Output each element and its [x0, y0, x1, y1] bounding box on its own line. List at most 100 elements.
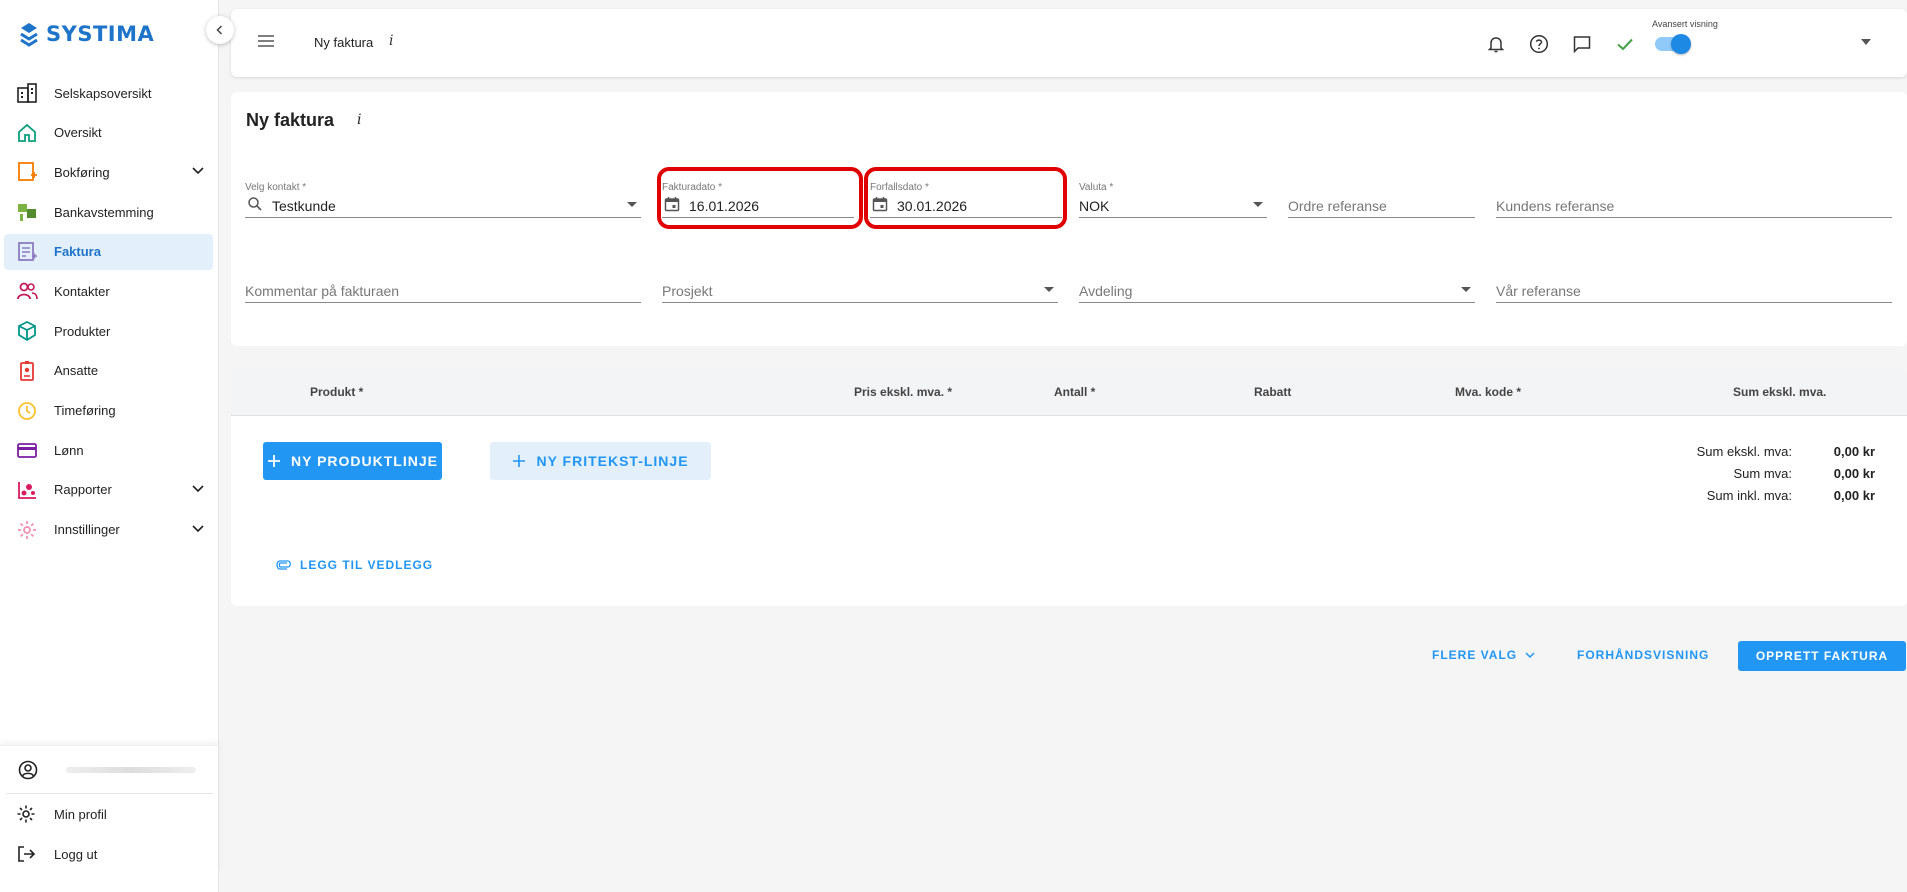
department-placeholder: Avdeling: [1079, 283, 1133, 299]
topbar-info-icon[interactable]: i: [389, 33, 393, 49]
dropdown-arrow-icon: [1253, 202, 1263, 207]
logout-link[interactable]: Logg ut: [0, 834, 219, 874]
sidebar-item-label: Innstillinger: [54, 522, 120, 538]
sidebar-item-label: Ansatte: [54, 363, 99, 379]
sidebar-item-selskapsoversikt[interactable]: Selskapsoversikt: [4, 75, 213, 111]
sidebar-item-produkter[interactable]: Produkter: [4, 313, 213, 349]
company-dropdown-icon[interactable]: [1861, 39, 1871, 45]
new-text-line-label: NY FRITEKST-LINJE: [536, 453, 689, 469]
home-icon: [16, 122, 38, 144]
sidebar-item-label: Timeføring: [54, 403, 116, 418]
order-reference-placeholder: Ordre referanse: [1288, 198, 1387, 214]
sidebar-item-label: Bokføring: [54, 164, 110, 180]
my-profile-link[interactable]: Min profil: [0, 794, 219, 834]
create-invoice-label: OPPRETT FAKTURA: [1755, 649, 1889, 663]
column-sum-excl-vat: Sum ekskl. mva.: [1733, 385, 1827, 399]
sidebar-item-rapporter[interactable]: Rapporter: [4, 472, 213, 508]
currency-label: Valuta *: [1079, 182, 1114, 193]
lines-table-header: Produkt * Pris ekskl. mva. * Antall * Ra…: [231, 368, 1907, 416]
advanced-view-toggle[interactable]: [1655, 34, 1691, 54]
project-select[interactable]: Prosjekt: [662, 261, 1058, 303]
sidebar-item-bankavstemming[interactable]: Bankavstemming: [4, 194, 213, 230]
sum-vat-label: Sum mva:: [1733, 466, 1792, 481]
card-icon: [16, 439, 38, 461]
currency-select[interactable]: Valuta * NOK: [1079, 176, 1267, 218]
help-button[interactable]: [1528, 33, 1550, 55]
sidebar-item-innstillinger[interactable]: Innstillinger: [4, 512, 213, 548]
new-text-line-button[interactable]: NY FRITEKST-LINJE: [490, 442, 711, 480]
sidebar-item-bokforing[interactable]: Bokføring: [4, 154, 213, 190]
sidebar-item-timeforing[interactable]: Timeføring: [4, 393, 213, 429]
sum-excl-vat-value: 0,00 kr: [1833, 444, 1875, 459]
our-reference-input[interactable]: Vår referanse: [1496, 261, 1892, 303]
sidebar-item-label: Faktura: [54, 244, 101, 260]
invoice-header-form: Ny faktura i Velg kontakt * Testkunde Fa…: [231, 92, 1907, 346]
more-options-button[interactable]: FLERE VALG: [1432, 648, 1535, 662]
notifications-button[interactable]: [1485, 33, 1507, 55]
menu-button[interactable]: [257, 33, 275, 54]
search-icon: [248, 197, 262, 211]
currency-value: NOK: [1079, 198, 1110, 214]
column-product: Produkt *: [310, 385, 364, 399]
customer-reference-placeholder: Kundens referanse: [1496, 198, 1615, 214]
logout-label: Logg ut: [54, 846, 98, 862]
preview-button[interactable]: FORHÅNDSVISNING: [1577, 648, 1709, 662]
order-reference-input[interactable]: Ordre referanse: [1288, 176, 1475, 218]
sidebar-item-faktura[interactable]: Faktura: [4, 233, 213, 270]
topbar-title: Ny faktura: [314, 35, 374, 50]
customer-reference-input[interactable]: Kundens referanse: [1496, 176, 1892, 218]
cube-icon: [16, 320, 38, 342]
chevron-down-icon: [192, 167, 204, 175]
user-circle-icon: [18, 760, 38, 779]
redacted-user-name: [66, 766, 196, 773]
chevron-down-icon: [192, 524, 204, 532]
sum-vat-value: 0,00 kr: [1833, 466, 1875, 481]
bank-reconcile-icon: [16, 201, 38, 223]
systima-logo[interactable]: SYSTIMA: [18, 20, 154, 48]
chevron-left-icon: [216, 25, 223, 35]
sidebar-item-lonn[interactable]: Lønn: [4, 432, 213, 468]
systima-logo-icon: [20, 23, 38, 47]
top-bar: Ny faktura i Avansert visning: [231, 9, 1907, 77]
dropdown-arrow-icon: [627, 202, 637, 207]
badge-icon: [16, 360, 38, 382]
sidebar-item-ansatte[interactable]: Ansatte: [4, 353, 213, 389]
sidebar-item-label: Produkter: [54, 323, 111, 339]
clock-icon: [16, 400, 38, 422]
collapse-sidebar-button[interactable]: [206, 16, 234, 44]
sidebar: SYSTIMA Selskapsoversikt Oversikt Bokfør…: [0, 0, 234, 892]
new-product-line-label: NY PRODUKTLINJE: [291, 453, 438, 469]
gear-icon: [16, 519, 38, 541]
department-select[interactable]: Avdeling: [1079, 261, 1475, 303]
column-quantity: Antall *: [1054, 385, 1096, 399]
sidebar-item-label: Lønn: [54, 442, 84, 458]
new-product-line-button[interactable]: NY PRODUKTLINJE: [263, 442, 442, 480]
checkmark-icon: [1617, 38, 1633, 51]
invoice-comment-placeholder: Kommentar på fakturaen: [245, 283, 400, 299]
chat-button[interactable]: [1571, 33, 1593, 55]
create-invoice-button[interactable]: OPPRETT FAKTURA: [1738, 641, 1906, 671]
contact-value: Testkunde: [272, 198, 336, 214]
sidebar-item-label: Kontakter: [54, 283, 110, 299]
more-options-label: FLERE VALG: [1432, 648, 1518, 662]
sidebar-item-kontakter[interactable]: Kontakter: [4, 273, 213, 309]
page-info-icon[interactable]: i: [357, 112, 361, 128]
report-icon: [16, 479, 38, 501]
sidebar-item-label: Bankavstemming: [54, 204, 154, 220]
help-icon: [1529, 34, 1549, 54]
add-attachment-button[interactable]: LEGG TIL VEDLEGG: [276, 558, 433, 572]
hamburger-icon: [258, 35, 274, 47]
invoice-icon: [16, 241, 38, 263]
brand-name: SYSTIMA: [46, 22, 155, 46]
contact-select[interactable]: Velg kontakt * Testkunde: [245, 176, 641, 218]
add-attachment-label: LEGG TIL VEDLEGG: [300, 558, 434, 572]
sidebar-item-label: Oversikt: [54, 125, 102, 141]
invoice-comment-input[interactable]: Kommentar på fakturaen: [245, 261, 641, 303]
contacts-icon: [16, 280, 38, 302]
dropdown-arrow-icon: [1044, 287, 1054, 292]
sidebar-item-oversikt[interactable]: Oversikt: [4, 115, 213, 151]
user-account-row[interactable]: [6, 746, 213, 794]
advanced-view-label: Avansert visning: [1652, 19, 1718, 29]
sync-status: [1614, 33, 1636, 55]
chat-icon: [1573, 36, 1591, 54]
